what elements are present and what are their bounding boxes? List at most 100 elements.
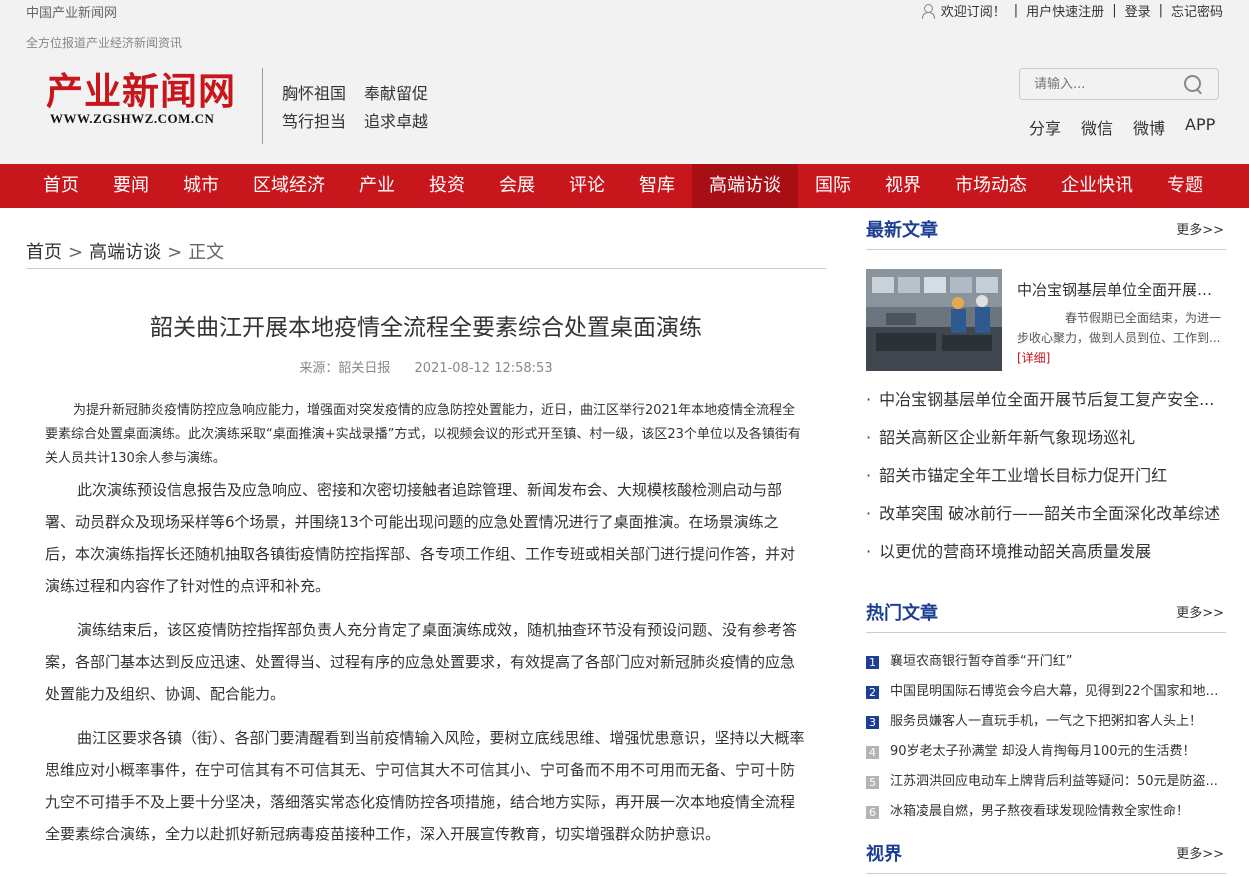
list-item[interactable]: 4 90岁老太子孙满堂 却没人肯掏每月100元的生活费！ [866,737,1226,767]
list-item[interactable]: 5 江苏泗洪回应电动车上牌背后利益等疑问：50元是防盗... [866,767,1226,797]
forgot-password-link[interactable]: 忘记密码 [1171,1,1223,20]
app-link[interactable]: APP [1185,115,1215,139]
rank-badge: 1 [866,655,879,669]
article-source: 来源：韶关日报 [299,361,391,376]
article-paragraph: 曲江区要求各镇（街）、各部门要清醒看到当前疫情输入风险，要树立底线思维、增强忧患… [45,729,805,843]
header-divider [262,68,263,144]
list-item[interactable]: 6 冰箱凌晨自燃，男子熬夜看球发现险情救全家性命！ [866,797,1226,827]
hot-article-title[interactable]: 襄垣农商银行暂夺首季“开门红” [890,652,1072,672]
breadcrumb-home[interactable]: 首页 [26,242,62,263]
hot-articles-header: 热门文章 更多>> [866,599,1226,633]
nav-item-international[interactable]: 国际 [798,164,868,208]
hot-articles-list: 1 襄垣农商银行暂夺首季“开门红” 2 中国昆明国际石博览会今启大幕，见得到22个国… [866,647,1226,827]
search-box [1019,68,1219,100]
rank-badge: 3 [866,715,879,729]
nav-item-news[interactable]: 要闻 [96,164,166,208]
nav-item-regional[interactable]: 区域经济 [236,164,342,208]
featured-image[interactable] [866,269,1002,371]
breadcrumb-current: 正文 [188,242,225,263]
site-logo[interactable]: 产业新闻网 WWW.ZGSHWZ.COM.CN [46,71,236,127]
rank-badge: 2 [866,685,879,699]
slogan-text: 笃行担当 [282,112,347,131]
vision-header: 视界 更多>> [866,840,1226,874]
nav-item-investment[interactable]: 投资 [412,164,482,208]
latest-articles-title: 最新文章 [866,220,938,241]
hot-article-title[interactable]: 江苏泗洪回应电动车上牌背后利益等疑问：50元是防盗... [890,772,1218,792]
register-link[interactable]: 用户快速注册 [1026,1,1104,20]
breadcrumb-separator: > [167,242,183,263]
hot-articles-title: 热门文章 [866,603,938,624]
divider: | [1013,3,1019,18]
search-icon[interactable] [1184,75,1204,95]
hot-more-link[interactable]: 更多>> [1176,602,1224,621]
header: 全方位报道产业经济新闻资讯 产业新闻网 WWW.ZGSHWZ.COM.CN 胸怀… [0,23,1249,164]
nav-item-city[interactable]: 城市 [166,164,236,208]
article-paragraph: 此次演练预设信息报告及应急响应、密接和次密切接触者追踪管理、新闻发布会、大规模核… [45,481,796,595]
article-meta: 来源：韶关日报 2021-08-12 12:58:53 [26,357,826,376]
article-title: 韶关曲江开展本地疫情全流程全要素综合处置桌面演练 [150,315,702,341]
main-nav: 首页 要闻 城市 区域经济 产业 投资 会展 评论 智库 高端访谈 国际 视界 … [0,164,1249,208]
vision-more-link[interactable]: 更多>> [1176,843,1224,862]
featured-detail-link[interactable]: [详细] [1017,351,1050,365]
list-item[interactable]: 2 中国昆明国际石博览会今启大幕，见得到22个国家和地区... [866,677,1226,707]
subscribe-link[interactable]: 欢迎订阅！ [941,1,1006,20]
list-item[interactable]: 韶关市锚定全年工业增长目标力促开门红 [866,464,1226,502]
nav-item-market[interactable]: 市场动态 [938,164,1044,208]
slogan: 胸怀祖国 奉献留促 笃行担当 追求卓越 [282,80,446,136]
nav-item-enterprise[interactable]: 企业快讯 [1044,164,1150,208]
nav-item-thinktank[interactable]: 智库 [622,164,692,208]
hot-article-title[interactable]: 服务员嫌客人一直玩手机，一气之下把粥扣客人头上！ [890,712,1202,732]
site-name[interactable]: 中国产业新闻网 [26,2,117,21]
slogan-text: 胸怀祖国 [282,84,347,103]
user-icon [921,3,935,19]
divider: | [1112,3,1117,18]
slogan-text: 奉献留促 [364,84,429,103]
login-link[interactable]: 登录 [1125,1,1151,20]
wechat-link[interactable]: 微信 [1081,115,1113,139]
logo-text: 产业新闻网 [46,69,236,113]
list-item[interactable]: 以更优的营商环境推动韶关高质量发展 [866,540,1226,578]
logo-url: WWW.ZGSHWZ.COM.CN [50,111,215,126]
list-item[interactable]: 改革突围 破冰前行——韶关市全面深化改革综述 [866,502,1226,540]
rank-badge: 4 [866,745,879,759]
hot-article-title[interactable]: 90岁老太子孙满堂 却没人肯掏每月100元的生活费！ [890,742,1196,762]
slogan-text: 追求卓越 [364,112,429,131]
list-item[interactable]: 中冶宝钢基层单位全面开展节后复工复产安全... [866,388,1226,426]
vision-title: 视界 [866,844,902,865]
nav-item-exhibition[interactable]: 会展 [482,164,552,208]
share-link[interactable]: 分享 [1029,115,1061,139]
list-item[interactable]: 3 服务员嫌客人一直玩手机，一气之下把粥扣客人头上！ [866,707,1226,737]
site-tagline: 全方位报道产业经济新闻资讯 [26,36,183,50]
latest-articles-list: 中冶宝钢基层单位全面开展节后复工复产安全... 韶关高新区企业新年新气象现场巡礼… [866,388,1226,578]
share-links: 分享 微信 微博 APP [1029,115,1235,139]
breadcrumb: 首页 > 高端访谈 > 正文 [26,238,224,264]
list-item[interactable]: 1 襄垣农商银行暂夺首季“开门红” [866,647,1226,677]
article-paragraph: 演练结束后，该区疫情防控指挥部负责人充分肯定了桌面演练成效，随机抽查环节没有预设… [45,621,798,703]
rank-badge: 6 [866,805,879,819]
featured-summary-text: 春节假期已全面结束，为进一步收心聚力，做到人员到位、工作到... [1017,311,1222,345]
user-links: 欢迎订阅！ | 用户快速注册 | 登录 | 忘记密码 [921,1,1223,20]
search-input[interactable] [1034,69,1194,99]
featured-article-title[interactable]: 中冶宝钢基层单位全面开展节后复工复产安全... [1017,279,1227,300]
article-datetime: 2021-08-12 12:58:53 [414,361,553,376]
breadcrumb-divider [26,268,826,269]
latest-more-link[interactable]: 更多>> [1176,219,1224,238]
list-item[interactable]: 韶关高新区企业新年新气象现场巡礼 [866,426,1226,464]
nav-item-vision[interactable]: 视界 [868,164,938,208]
hot-article-title[interactable]: 中国昆明国际石博览会今启大幕，见得到22个国家和地区... [890,682,1226,702]
featured-article-summary: 春节假期已全面结束，为进一步收心聚力，做到人员到位、工作到... [详细] [1017,308,1225,368]
nav-item-comment[interactable]: 评论 [552,164,622,208]
weibo-link[interactable]: 微博 [1133,115,1165,139]
control-room-photo [866,269,1002,371]
breadcrumb-separator: > [68,242,84,263]
latest-articles-header: 最新文章 更多>> [866,216,1226,250]
breadcrumb-section[interactable]: 高端访谈 [89,242,161,263]
nav-item-interview[interactable]: 高端访谈 [692,164,798,208]
nav-item-home[interactable]: 首页 [26,164,96,208]
rank-badge: 5 [866,775,879,789]
nav-item-topics[interactable]: 专题 [1150,164,1220,208]
divider: | [1158,3,1163,18]
hot-article-title[interactable]: 冰箱凌晨自燃，男子熬夜看球发现险情救全家性命！ [890,802,1189,822]
top-bar: 中国产业新闻网 欢迎订阅！ | 用户快速注册 | 登录 | 忘记密码 [0,0,1249,23]
nav-item-industry[interactable]: 产业 [342,164,412,208]
